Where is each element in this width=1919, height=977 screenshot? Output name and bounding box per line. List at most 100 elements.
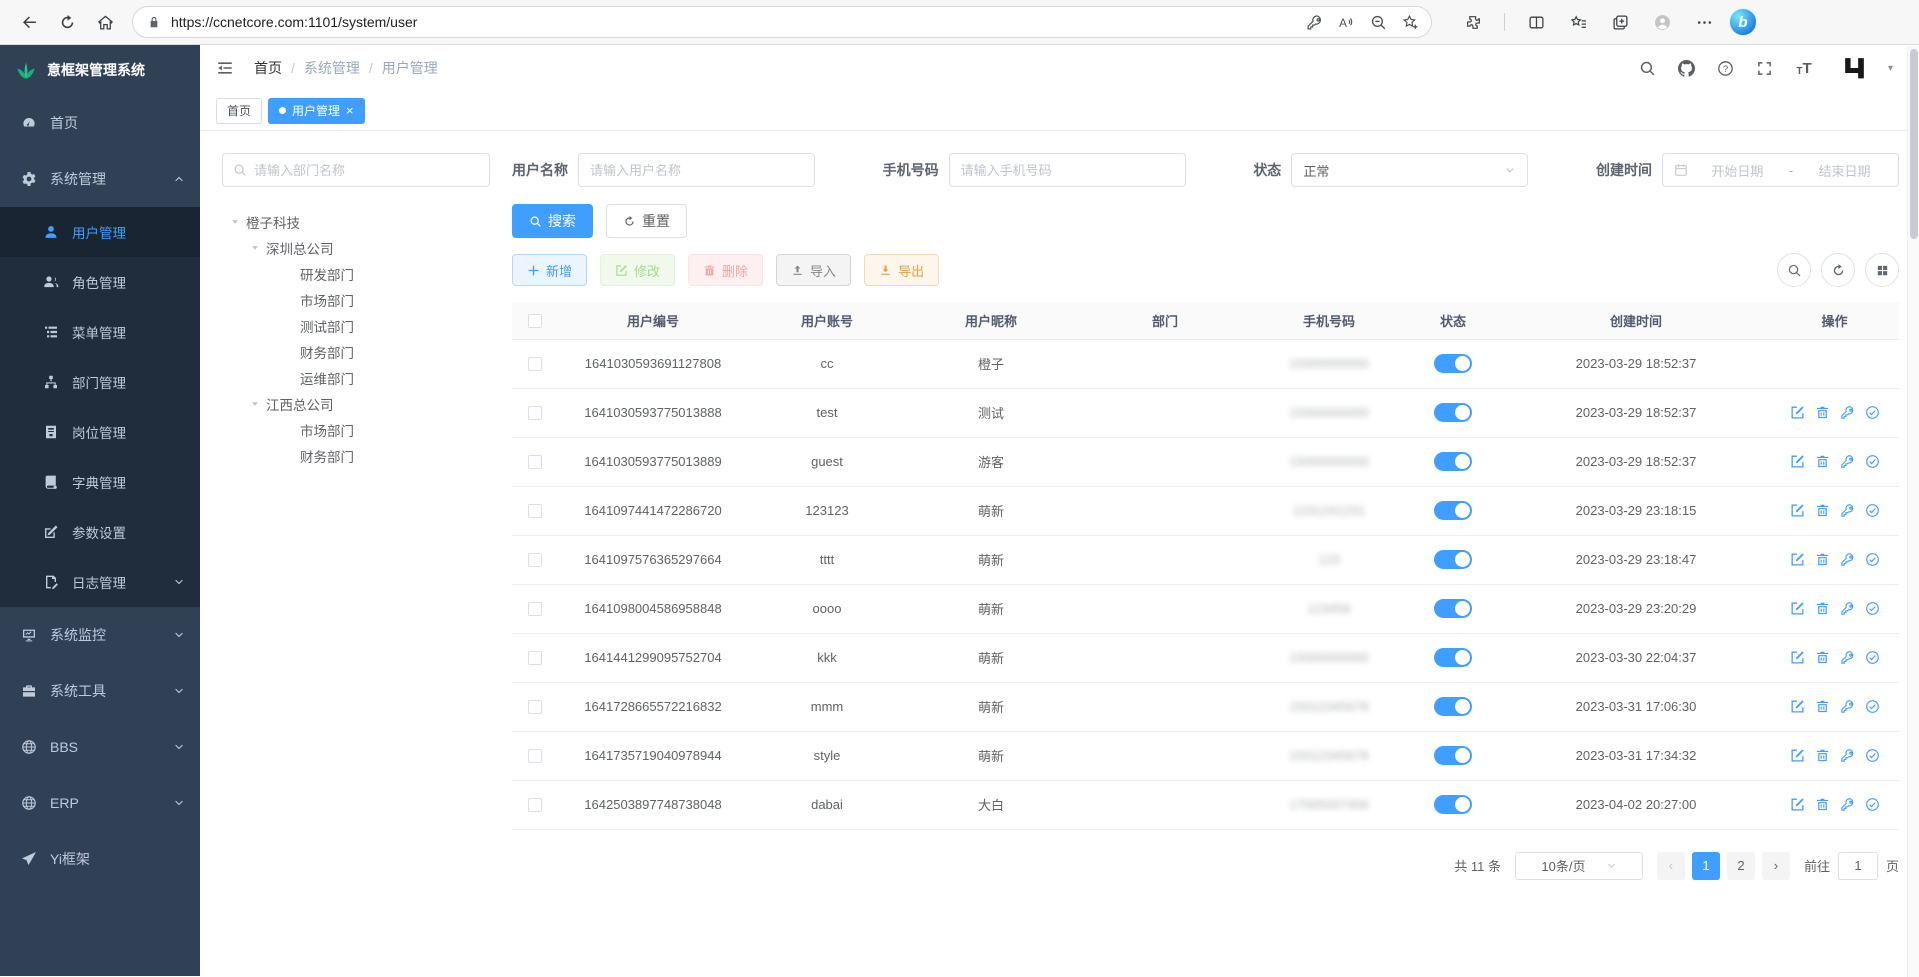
check-circle-action-icon[interactable]	[1865, 601, 1880, 616]
key2-action-icon[interactable]	[1840, 650, 1855, 665]
status-toggle[interactable]	[1434, 354, 1472, 373]
bing-chat-button[interactable]: b	[1729, 8, 1757, 36]
page-scrollbar[interactable]	[1907, 46, 1919, 977]
tree-node[interactable]: 橙子科技	[222, 209, 490, 235]
font-size-button[interactable]: TT	[1793, 57, 1815, 79]
edit-square-action-icon[interactable]	[1790, 405, 1805, 420]
edit-square-action-icon[interactable]	[1790, 601, 1805, 616]
trash-action-icon[interactable]	[1815, 552, 1830, 567]
sidebar-item-yiframe[interactable]: Yi框架	[0, 831, 200, 887]
row-checkbox[interactable]	[528, 455, 542, 469]
key2-action-icon[interactable]	[1840, 454, 1855, 469]
check-circle-action-icon[interactable]	[1865, 650, 1880, 665]
edit-square-action-icon[interactable]	[1790, 748, 1805, 763]
address-bar[interactable]: https://ccnetcore.com:1101/system/user A	[132, 6, 1432, 38]
table-search-toggle-button[interactable]	[1777, 253, 1811, 287]
column-header[interactable]: 手机号码	[1254, 302, 1404, 339]
tab-home[interactable]: 首页	[216, 98, 262, 124]
edit-square-action-icon[interactable]	[1790, 503, 1805, 518]
tree-node[interactable]: 深圳总公司	[222, 235, 490, 261]
row-checkbox[interactable]	[528, 553, 542, 567]
row-checkbox[interactable]	[528, 798, 542, 812]
status-toggle[interactable]	[1434, 599, 1472, 618]
sidebar-item-post[interactable]: 岗位管理	[0, 407, 200, 457]
row-checkbox[interactable]	[528, 700, 542, 714]
sidebar-item-role[interactable]: 角色管理	[0, 257, 200, 307]
status-toggle[interactable]	[1434, 795, 1472, 814]
home-button[interactable]	[88, 5, 122, 39]
tree-node[interactable]: 运维部门	[222, 365, 490, 391]
check-circle-action-icon[interactable]	[1865, 405, 1880, 420]
table-refresh-button[interactable]	[1821, 253, 1855, 287]
key2-action-icon[interactable]	[1840, 699, 1855, 714]
column-header[interactable]: 用户昵称	[906, 302, 1076, 339]
sidebar-item-dict[interactable]: 字典管理	[0, 457, 200, 507]
next-page-button[interactable]: ›	[1762, 852, 1790, 880]
check-circle-action-icon[interactable]	[1865, 503, 1880, 518]
more-button[interactable]	[1687, 5, 1721, 39]
sidebar-item-menu[interactable]: 菜单管理	[0, 307, 200, 357]
key2-action-icon[interactable]	[1840, 797, 1855, 812]
column-header[interactable]: 部门	[1076, 302, 1254, 339]
trash-action-icon[interactable]	[1815, 650, 1830, 665]
tree-node[interactable]: 市场部门	[222, 417, 490, 443]
reset-button[interactable]: 重置	[606, 204, 687, 238]
username-input[interactable]	[590, 163, 803, 178]
search-button[interactable]	[1637, 57, 1659, 79]
goto-page-input[interactable]	[1838, 852, 1878, 880]
department-search-input[interactable]	[254, 163, 479, 178]
status-toggle[interactable]	[1434, 550, 1472, 569]
column-header[interactable]: 创建时间	[1502, 302, 1770, 339]
breadcrumb-system[interactable]: 系统管理	[304, 58, 360, 78]
edit-square-action-icon[interactable]	[1790, 454, 1805, 469]
table-columns-button[interactable]	[1865, 253, 1899, 287]
trash-action-icon[interactable]	[1815, 601, 1830, 616]
edit-square-action-icon[interactable]	[1790, 797, 1805, 812]
username-field[interactable]	[578, 153, 815, 187]
tree-expand-caret-icon[interactable]	[248, 399, 262, 409]
column-header[interactable]: 用户编号	[558, 302, 748, 339]
column-header[interactable]: 用户账号	[748, 302, 906, 339]
split-screen-button[interactable]	[1519, 5, 1553, 39]
help-button[interactable]: ?	[1715, 57, 1737, 79]
status-toggle[interactable]	[1434, 452, 1472, 471]
tree-expand-caret-icon[interactable]	[248, 243, 262, 253]
row-checkbox[interactable]	[528, 651, 542, 665]
back-button[interactable]	[12, 5, 46, 39]
user-menu-caret-icon[interactable]: ▾	[1888, 63, 1893, 74]
edit-square-action-icon[interactable]	[1790, 699, 1805, 714]
check-circle-action-icon[interactable]	[1865, 699, 1880, 714]
sidebar-item-user[interactable]: 用户管理	[0, 207, 200, 257]
github-button[interactable]	[1676, 57, 1698, 79]
close-tab-icon[interactable]: ×	[346, 104, 354, 117]
tree-node[interactable]: 财务部门	[222, 443, 490, 469]
phone-input[interactable]	[961, 163, 1174, 178]
department-search[interactable]	[222, 153, 490, 187]
status-toggle[interactable]	[1434, 501, 1472, 520]
status-toggle[interactable]	[1434, 403, 1472, 422]
check-circle-action-icon[interactable]	[1865, 797, 1880, 812]
edit-square-action-icon[interactable]	[1790, 552, 1805, 567]
breadcrumb-home[interactable]: 首页	[254, 58, 282, 78]
sidebar-item-bbs[interactable]: BBS	[0, 719, 200, 775]
tab-user-management[interactable]: 用户管理 ×	[268, 98, 365, 124]
key2-action-icon[interactable]	[1840, 601, 1855, 616]
sidebar-item-tools[interactable]: 系统工具	[0, 663, 200, 719]
check-circle-action-icon[interactable]	[1865, 748, 1880, 763]
trash-action-icon[interactable]	[1815, 503, 1830, 518]
scrollbar-thumb[interactable]	[1910, 49, 1918, 239]
add-button[interactable]: 新增	[512, 254, 587, 286]
user-avatar-logo[interactable]	[1841, 55, 1868, 82]
tab-copy-button[interactable]	[1603, 5, 1637, 39]
import-button[interactable]: 导入	[776, 254, 851, 286]
sidebar-item-param[interactable]: 参数设置	[0, 507, 200, 557]
status-toggle[interactable]	[1434, 697, 1472, 716]
column-header[interactable]: 操作	[1770, 302, 1899, 339]
favorite-add-button[interactable]	[1395, 8, 1425, 36]
sidebar-item-system[interactable]: 系统管理	[0, 151, 200, 207]
collapse-sidebar-icon[interactable]	[216, 59, 234, 77]
trash-action-icon[interactable]	[1815, 405, 1830, 420]
collections-button[interactable]	[1561, 5, 1595, 39]
page-button-2[interactable]: 2	[1727, 852, 1755, 880]
key2-action-icon[interactable]	[1840, 405, 1855, 420]
